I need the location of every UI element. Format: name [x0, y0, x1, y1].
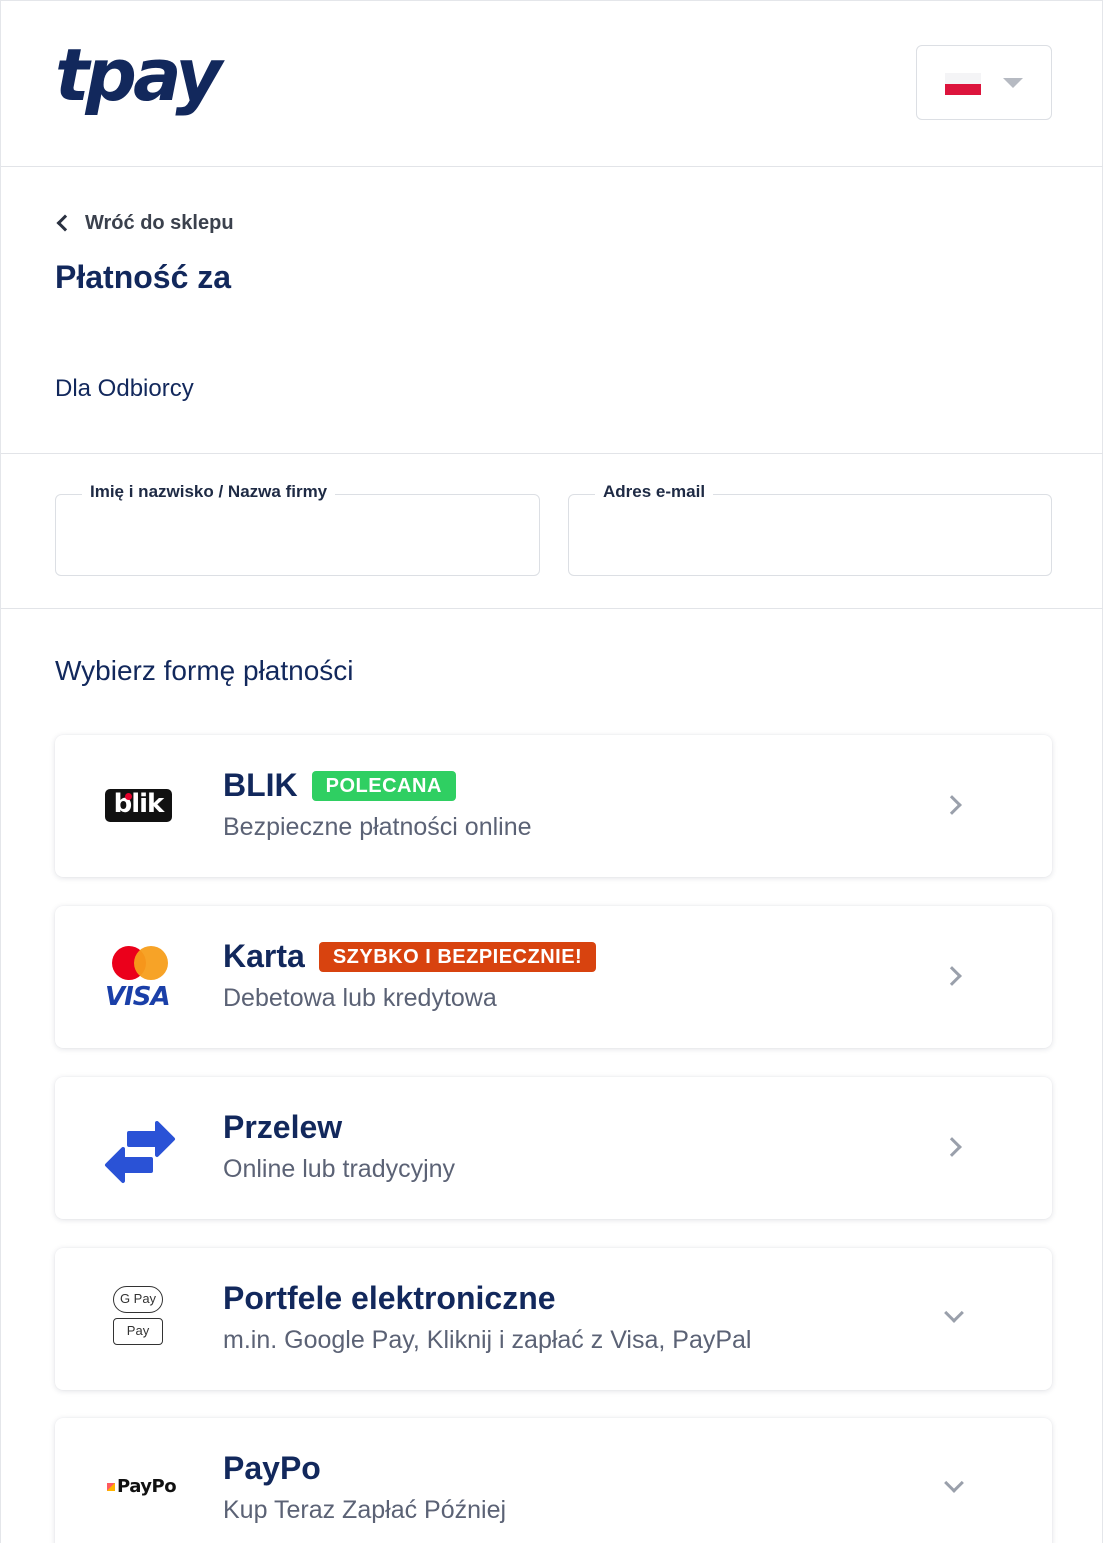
mastercard-icon: [112, 946, 168, 980]
method-title: Karta: [223, 938, 305, 974]
payment-method-blik[interactable]: blik BLIK POLECANA Bezpieczne płatności …: [55, 735, 1052, 877]
chevron-right-icon: [942, 1137, 962, 1157]
chevron-down-icon: [944, 1473, 964, 1493]
method-subtitle: Debetowa lub kredytowa: [223, 984, 497, 1012]
method-title: BLIK: [223, 767, 298, 803]
recommended-badge: POLECANA: [311, 770, 456, 801]
poland-flag-icon: [945, 73, 981, 95]
fast-secure-badge: SZYBKO I BEZPIECZNIE!: [318, 941, 597, 972]
wallets-icon: G Pay Pay: [95, 1280, 185, 1358]
recipient-label: Dla Odbiorcy: [55, 375, 194, 402]
blik-logo: blik: [105, 789, 172, 822]
paypo-logo: PayPo: [107, 1476, 177, 1497]
name-field-label: Imię i nazwisko / Nazwa firmy: [82, 482, 336, 502]
blik-icon: blik: [95, 767, 185, 845]
divider: [1, 608, 1103, 609]
visa-logo: VISA: [105, 982, 171, 1012]
email-field-label: Adres e-mail: [595, 482, 714, 502]
payment-method-card[interactable]: VISA Karta SZYBKO I BEZPIECZNIE! Debetow…: [55, 906, 1052, 1048]
method-title: PayPo: [223, 1450, 321, 1486]
payment-method-wallets[interactable]: G Pay Pay Portfele elektroniczne m.in. G…: [55, 1248, 1052, 1390]
back-label: Wróć do sklepu: [85, 211, 234, 234]
method-title: Portfele elektroniczne: [223, 1280, 556, 1316]
email-input[interactable]: [589, 519, 1031, 559]
email-field[interactable]: Adres e-mail: [568, 482, 1052, 576]
method-title: Przelew: [223, 1109, 343, 1145]
header: tpay: [1, 1, 1103, 167]
method-subtitle: Kup Teraz Zapłać Później: [223, 1496, 507, 1524]
payment-method-transfer[interactable]: Przelew Online lub tradycyjny: [55, 1077, 1052, 1219]
payment-methods-title: Wybierz formę płatności: [55, 655, 354, 686]
method-subtitle: m.in. Google Pay, Kliknij i zapłać z Vis…: [223, 1326, 752, 1354]
transfer-arrows-icon: [95, 1109, 185, 1187]
name-field[interactable]: Imię i nazwisko / Nazwa firmy: [55, 482, 540, 576]
method-subtitle: Online lub tradycyjny: [223, 1155, 456, 1183]
method-subtitle: Bezpieczne płatności online: [223, 813, 532, 841]
page-title: Płatność za: [55, 259, 232, 295]
paypo-icon: PayPo: [95, 1450, 185, 1528]
caret-down-icon: [1003, 78, 1023, 88]
divider: [1, 453, 1103, 454]
chevron-down-icon: [944, 1303, 964, 1323]
name-input[interactable]: [76, 519, 519, 559]
chevron-right-icon: [942, 795, 962, 815]
visa-mastercard-icon: VISA: [95, 938, 185, 1016]
apple-pay-icon: Pay: [113, 1318, 163, 1345]
back-to-shop-link[interactable]: Wróć do sklepu: [55, 209, 234, 237]
google-pay-icon: G Pay: [113, 1286, 163, 1313]
payment-method-paypo[interactable]: PayPo PayPo Kup Teraz Zapłać Później: [55, 1418, 1052, 1543]
language-selector[interactable]: [916, 45, 1052, 120]
chevron-right-icon: [942, 966, 962, 986]
tpay-logo[interactable]: tpay: [55, 35, 222, 115]
payment-page: tpay Wróć do sklepu Płatność za Dla Odbi…: [0, 0, 1103, 1543]
chevron-left-icon: [56, 214, 74, 232]
